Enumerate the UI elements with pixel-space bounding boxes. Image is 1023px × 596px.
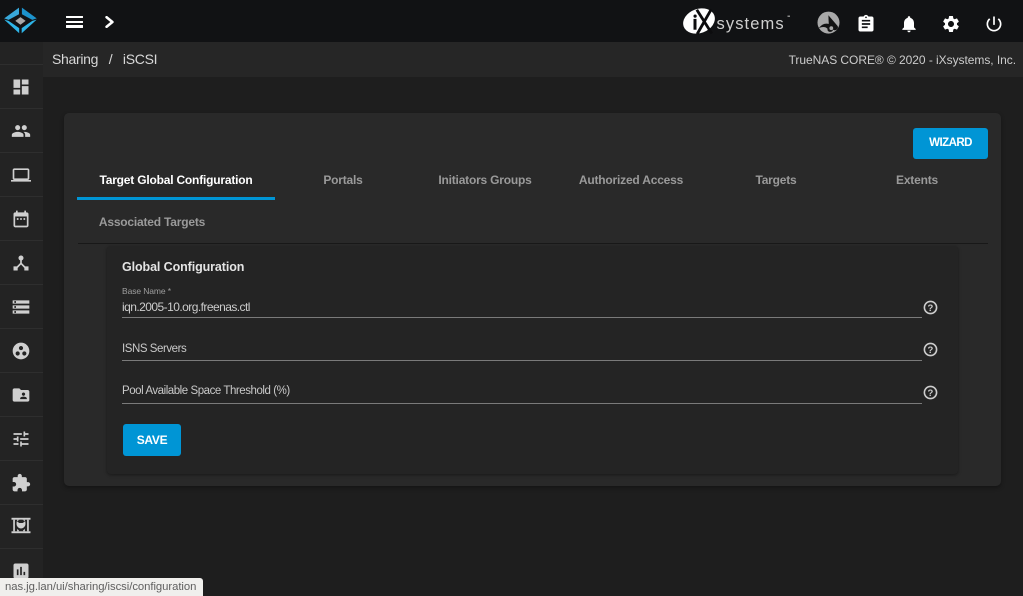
svg-text:?: ? bbox=[927, 345, 933, 356]
svg-text:?: ? bbox=[927, 388, 933, 399]
svg-text:systems: systems bbox=[717, 15, 785, 33]
svg-text:?: ? bbox=[927, 303, 933, 314]
